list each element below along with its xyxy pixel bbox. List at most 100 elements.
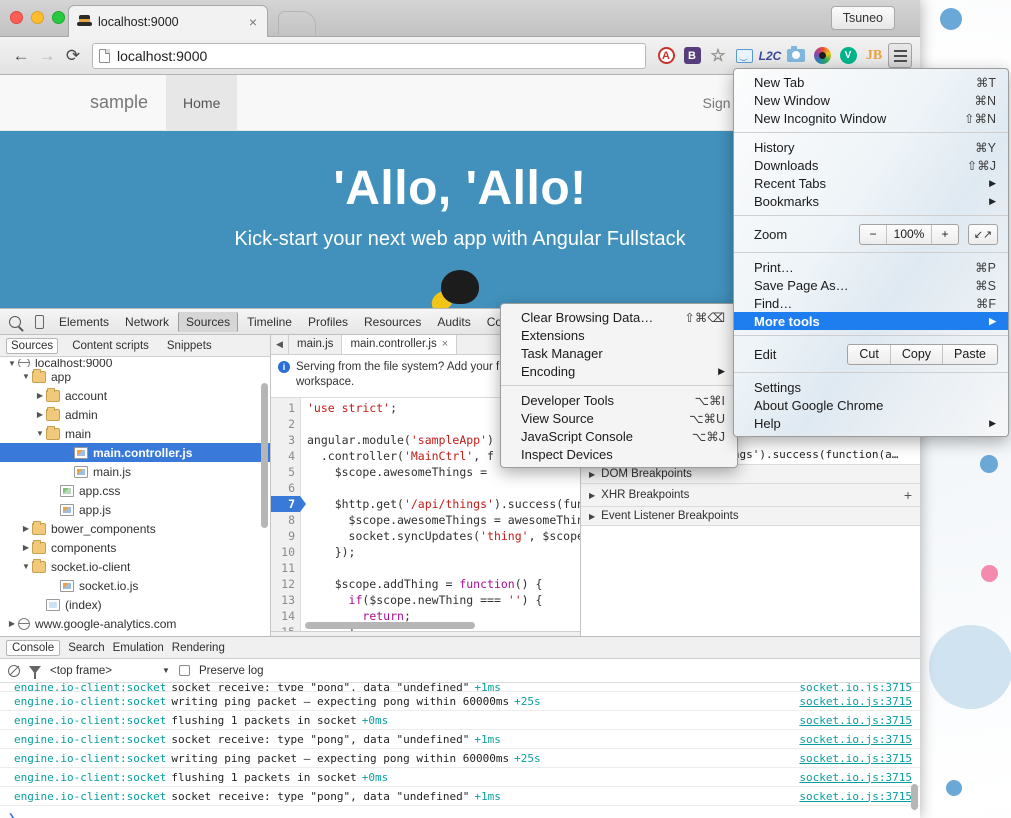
line-number[interactable]: 15: [271, 624, 300, 631]
close-window-button[interactable]: [10, 11, 23, 24]
file-tree-item-selected[interactable]: main.controller.js: [0, 443, 270, 462]
console-source-link[interactable]: socket.io.js:3715: [799, 714, 912, 727]
inspect-element-search-icon[interactable]: [4, 311, 26, 333]
chevron-down-icon[interactable]: [6, 359, 18, 367]
menu-item-bookmarks[interactable]: Bookmarks ▶: [734, 192, 1008, 210]
nav-item-home[interactable]: Home: [166, 75, 238, 130]
file-tree-item[interactable]: components: [0, 538, 270, 557]
menu-item-save-page-as[interactable]: Save Page As… ⌘S: [734, 276, 1008, 294]
chevron-right-icon[interactable]: [34, 391, 46, 400]
line-number[interactable]: 9: [271, 528, 300, 544]
zoom-in-button[interactable]: +: [932, 225, 958, 244]
zoom-window-button[interactable]: [52, 11, 65, 24]
color-picker-icon[interactable]: [810, 44, 834, 68]
menu-item-new-tab[interactable]: New Tab ⌘T: [734, 73, 1008, 91]
drawer-tab-emulation[interactable]: Emulation: [113, 642, 164, 654]
menu-item-find[interactable]: Find… ⌘F: [734, 294, 1008, 312]
minimize-window-button[interactable]: [31, 11, 44, 24]
line-number[interactable]: 13: [271, 592, 300, 608]
menu-item-inspect-devices[interactable]: Inspect Devices: [501, 445, 737, 463]
file-tree-item[interactable]: bower_components: [0, 519, 270, 538]
menu-item-developer-tools[interactable]: Developer Tools ⌥⌘I: [501, 391, 737, 409]
forward-icon[interactable]: →: [34, 43, 60, 69]
menu-item-more-tools[interactable]: More tools ▶: [734, 312, 1008, 330]
filter-icon[interactable]: [29, 666, 41, 679]
new-tab-button[interactable]: [278, 11, 316, 35]
menu-item-history[interactable]: History ⌘Y: [734, 138, 1008, 156]
menu-item-recent-tabs[interactable]: Recent Tabs ▶: [734, 174, 1008, 192]
tab-timeline[interactable]: Timeline: [240, 312, 299, 332]
line-number[interactable]: 12: [271, 576, 300, 592]
file-tree-item[interactable]: main: [0, 424, 270, 443]
drawer-tab-rendering[interactable]: Rendering: [172, 642, 225, 654]
speed-tracer-icon[interactable]: [732, 44, 756, 68]
file-tree-item[interactable]: main.js: [0, 462, 270, 481]
editor-tab-main-controller-js[interactable]: main.controller.js ×: [342, 335, 458, 354]
chevron-down-icon[interactable]: [20, 372, 32, 381]
editor-tab-main-js[interactable]: main.js: [289, 335, 343, 354]
line-number[interactable]: 14: [271, 608, 300, 624]
line-number[interactable]: 7: [271, 496, 306, 512]
chevron-down-icon[interactable]: [20, 562, 32, 571]
fullscreen-button[interactable]: ↙↗: [968, 223, 998, 245]
menu-item-encoding[interactable]: Encoding ▶: [501, 362, 737, 380]
chrome-menu-button[interactable]: [888, 43, 912, 68]
menu-item-print[interactable]: Print… ⌘P: [734, 258, 1008, 276]
back-icon[interactable]: ←: [8, 43, 34, 69]
menu-item-help[interactable]: Help ▶: [734, 414, 1008, 432]
profile-button[interactable]: Tsuneo: [830, 6, 895, 30]
section-xhr-breakpoints[interactable]: ▶ XHR Breakpoints +: [581, 484, 920, 507]
l2c-extension-icon[interactable]: L2C: [758, 44, 782, 68]
line-number[interactable]: 3: [271, 432, 300, 448]
chevron-right-icon[interactable]: [6, 619, 18, 628]
bookmark-star-icon[interactable]: ☆: [706, 44, 730, 68]
screenshot-camera-icon[interactable]: [784, 44, 808, 68]
chevron-down-icon[interactable]: [34, 429, 46, 438]
subtab-content-scripts[interactable]: Content scripts: [68, 338, 153, 354]
line-number[interactable]: 5: [271, 464, 300, 480]
add-xhr-breakpoint-icon[interactable]: +: [904, 487, 912, 503]
menu-item-downloads[interactable]: Downloads ⇧⌘J: [734, 156, 1008, 174]
tab-audits[interactable]: Audits: [430, 312, 477, 332]
file-tree-item[interactable]: app.js: [0, 500, 270, 519]
line-number[interactable]: 2: [271, 416, 300, 432]
menu-item-about-google-chrome[interactable]: About Google Chrome: [734, 396, 1008, 414]
console-source-link[interactable]: socket.io.js:3715: [799, 771, 912, 784]
file-tree-item[interactable]: www.google-analytics.com: [0, 614, 270, 633]
sources-scrollbar[interactable]: [261, 383, 268, 528]
tab-resources[interactable]: Resources: [357, 312, 428, 332]
subtab-snippets[interactable]: Snippets: [163, 338, 216, 354]
address-bar[interactable]: localhost:9000: [92, 42, 646, 69]
vine-extension-icon[interactable]: V: [836, 44, 860, 68]
zoom-out-button[interactable]: −: [860, 225, 886, 244]
chevron-right-icon[interactable]: [34, 410, 46, 419]
line-number[interactable]: 4: [271, 448, 300, 464]
chevron-right-icon[interactable]: [20, 543, 32, 552]
browser-tab[interactable]: localhost:9000 ×: [68, 5, 268, 37]
chevron-right-icon[interactable]: [20, 524, 32, 533]
console-source-link[interactable]: socket.io.js:3715: [799, 683, 912, 691]
file-tree-item[interactable]: socket.io.js: [0, 576, 270, 595]
line-number[interactable]: 11: [271, 560, 300, 576]
line-number[interactable]: 6: [271, 480, 300, 496]
console-source-link[interactable]: socket.io.js:3715: [799, 752, 912, 765]
editor-tab-nav-icon[interactable]: ◀: [271, 335, 289, 354]
paste-button[interactable]: Paste: [942, 344, 997, 364]
clear-console-icon[interactable]: [8, 664, 20, 677]
console-source-link[interactable]: socket.io.js:3715: [799, 695, 912, 708]
file-tree-item[interactable]: (index): [0, 595, 270, 614]
drawer-tab-search[interactable]: Search: [68, 642, 104, 654]
copy-button[interactable]: Copy: [889, 344, 942, 364]
close-tab-icon[interactable]: ×: [247, 15, 259, 29]
file-tree-item[interactable]: admin: [0, 405, 270, 424]
menu-item-new-incognito-window[interactable]: New Incognito Window ⇧⌘N: [734, 109, 1008, 127]
console-source-link[interactable]: socket.io.js:3715: [799, 733, 912, 746]
menu-item-new-window[interactable]: New Window ⌘N: [734, 91, 1008, 109]
menu-item-javascript-console[interactable]: JavaScript Console ⌥⌘J: [501, 427, 737, 445]
site-brand[interactable]: sample: [0, 75, 166, 130]
file-tree-item[interactable]: socket.io-client: [0, 557, 270, 576]
drawer-tab-console[interactable]: Console: [6, 639, 61, 656]
tab-profiles[interactable]: Profiles: [301, 312, 355, 332]
angular-extension-icon[interactable]: A: [654, 44, 678, 68]
console-prompt[interactable]: ❯: [0, 806, 920, 818]
